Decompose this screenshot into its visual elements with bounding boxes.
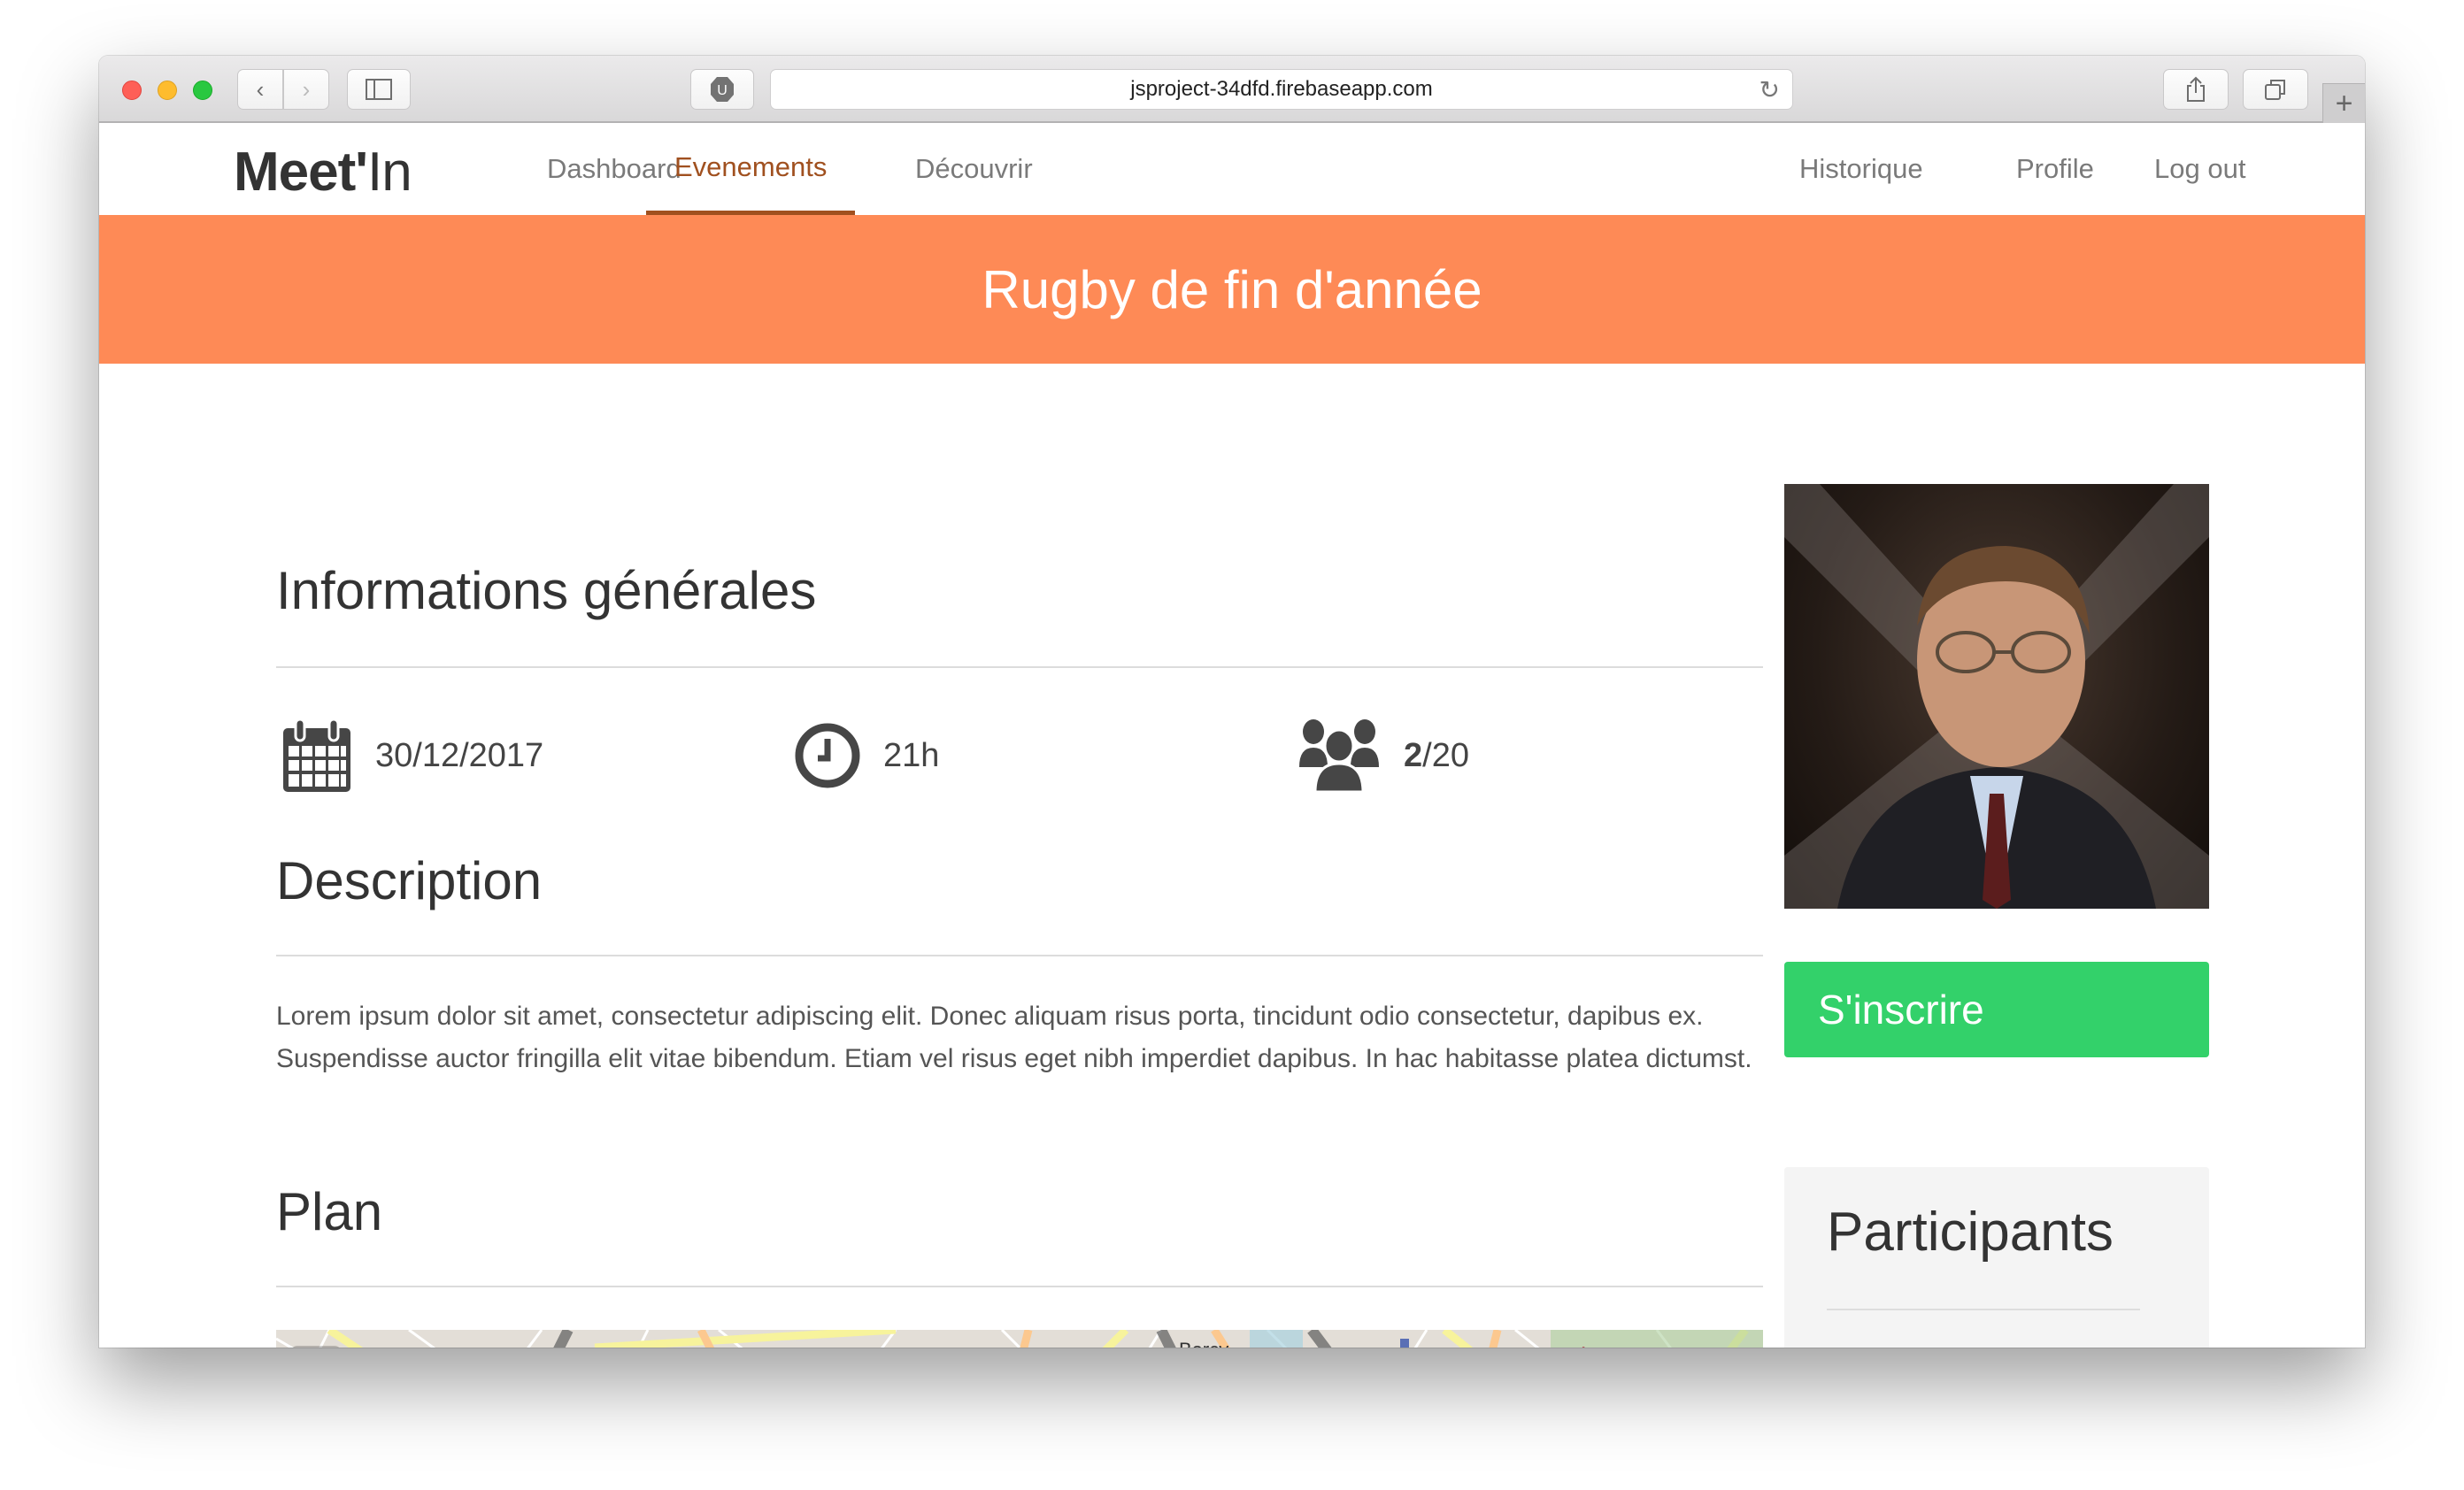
capacity-current: 2 bbox=[1404, 736, 1423, 774]
forward-button[interactable]: › bbox=[283, 69, 329, 110]
event-time-value: 21h bbox=[883, 736, 940, 774]
users-icon bbox=[1299, 719, 1379, 794]
subscribe-label: S'inscrire bbox=[1818, 987, 1984, 1033]
nav-decouvrir-label: Découvrir bbox=[915, 153, 1033, 184]
subscribe-button[interactable]: S'inscrire bbox=[1784, 962, 2209, 1057]
address-bar[interactable]: jsproject-34dfd.firebaseapp.com ↻ bbox=[770, 69, 1793, 110]
minimize-window-button[interactable] bbox=[158, 81, 177, 100]
chevron-left-icon: ‹ bbox=[256, 75, 265, 103]
share-button[interactable] bbox=[2163, 69, 2229, 110]
plan-section-title: Plan bbox=[276, 1182, 383, 1241]
brand-logo[interactable]: Meet'In bbox=[234, 141, 412, 204]
extension-button[interactable]: U bbox=[690, 69, 754, 110]
back-button[interactable]: ‹ bbox=[237, 69, 283, 110]
nav-evenements-label: Evenements bbox=[674, 150, 828, 182]
nav-profile[interactable]: Profile bbox=[1988, 123, 2122, 215]
participants-title: Participants bbox=[1827, 1202, 2114, 1263]
sidebar-icon bbox=[366, 79, 392, 100]
info-section-title: Informations générales bbox=[276, 561, 817, 620]
event-organizer-photo bbox=[1784, 484, 2209, 909]
event-map[interactable]: Bercy Porte Dorée + bbox=[276, 1330, 1763, 1348]
nav-decouvrir[interactable]: Découvrir bbox=[887, 123, 1061, 215]
show-tabs-button[interactable] bbox=[2243, 69, 2308, 110]
new-tab-button[interactable]: + bbox=[2322, 83, 2365, 123]
brand-light: In bbox=[367, 142, 412, 203]
divider bbox=[276, 955, 1763, 956]
event-date-value: 30/12/2017 bbox=[375, 736, 544, 774]
nav-logout[interactable]: Log out bbox=[2126, 123, 2274, 215]
svg-text:U: U bbox=[717, 83, 728, 98]
app-navbar: Meet'In Dashboard Evenements Découvrir H… bbox=[99, 123, 2365, 215]
divider bbox=[276, 666, 1763, 668]
event-capacity-value: 2/20 bbox=[1404, 737, 1469, 775]
description-text: Lorem ipsum dolor sit amet, consectetur … bbox=[276, 1002, 1752, 1073]
reload-icon[interactable]: ↻ bbox=[1759, 75, 1780, 104]
chevron-right-icon: › bbox=[302, 75, 311, 103]
event-capacity: 2/20 bbox=[1297, 716, 1469, 795]
nav-profile-label: Profile bbox=[2016, 153, 2094, 184]
capacity-max: /20 bbox=[1422, 736, 1469, 774]
tabs-icon bbox=[2265, 80, 2285, 100]
browser-window: ‹ › U jsproject-34dfd.firebaseapp.com ↻ bbox=[99, 56, 2365, 1348]
browser-toolbar: ‹ › U jsproject-34dfd.firebaseapp.com ↻ bbox=[99, 56, 2365, 123]
nav-historique[interactable]: Historique bbox=[1771, 123, 1952, 215]
map-label-porte-doree: Porte Dorée bbox=[1493, 1344, 1598, 1348]
sidebar-toggle-button[interactable] bbox=[347, 69, 411, 110]
event-time: 21h bbox=[795, 716, 939, 795]
url-text: jsproject-34dfd.firebaseapp.com bbox=[1130, 77, 1433, 101]
participants-panel: Participants bbox=[1784, 1167, 2209, 1348]
ublock-icon: U bbox=[711, 77, 734, 102]
description-section-title: Description bbox=[276, 851, 543, 910]
portrait-image bbox=[1784, 484, 2209, 909]
divider bbox=[1827, 1309, 2140, 1310]
maximize-window-button[interactable] bbox=[193, 81, 212, 100]
event-title: Rugby de fin d'année bbox=[982, 259, 1482, 319]
event-date: 30/12/2017 bbox=[281, 716, 543, 795]
nav-historique-label: Historique bbox=[1799, 153, 1923, 184]
calendar-icon bbox=[283, 718, 350, 792]
nav-logout-label: Log out bbox=[2154, 153, 2246, 184]
share-icon bbox=[2187, 76, 2205, 102]
brand-bold: Meet' bbox=[234, 142, 368, 203]
info-row: 30/12/2017 21h 2/20 bbox=[276, 716, 1763, 795]
plus-icon: + bbox=[2335, 86, 2353, 120]
divider bbox=[276, 1286, 1763, 1287]
event-banner: Rugby de fin d'année bbox=[99, 215, 2365, 364]
nav-evenements[interactable]: Evenements bbox=[646, 123, 856, 215]
clock-icon bbox=[795, 723, 860, 788]
close-window-button[interactable] bbox=[122, 81, 142, 100]
map-label-bercy: Bercy bbox=[1179, 1339, 1228, 1348]
